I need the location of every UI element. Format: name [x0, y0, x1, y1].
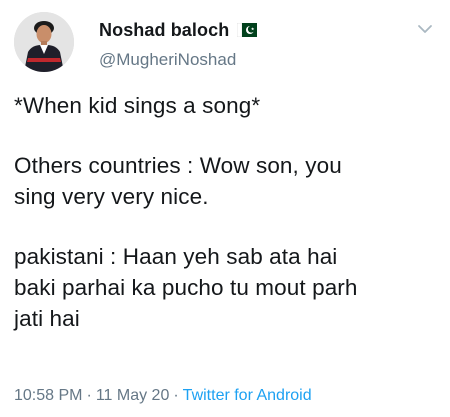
tweet-metadata: 10:58 PM · 11 May 20 · Twitter for Android: [14, 387, 312, 405]
tweet-source-link[interactable]: Twitter for Android: [183, 387, 312, 404]
tweet-header: Noshad baloch @MugheriNoshad: [14, 12, 438, 76]
author-info: Noshad baloch @MugheriNoshad: [99, 18, 258, 70]
display-name-row: Noshad baloch: [99, 18, 258, 42]
tweet-time[interactable]: 10:58 PM: [14, 387, 82, 404]
tweet-date[interactable]: 11 May 20: [96, 387, 170, 404]
tweet-paragraph: pakistani : Haan yeh sab ata hai baki pa…: [14, 244, 358, 331]
tweet-card: Noshad baloch @MugheriNoshad *When kid s…: [0, 0, 450, 417]
display-name[interactable]: Noshad baloch: [99, 20, 229, 41]
avatar[interactable]: [14, 12, 74, 72]
tweet-paragraph: *When kid sings a song*: [14, 93, 261, 118]
separator-dot: ·: [86, 387, 92, 404]
tweet-text: *When kid sings a song* Others countries…: [14, 90, 438, 334]
tweet-paragraph: Others countries : Wow son, you sing ver…: [14, 153, 342, 209]
pakistan-flag-icon: [237, 22, 258, 38]
profile-photo: [14, 12, 74, 72]
chevron-down-icon[interactable]: [416, 20, 434, 38]
user-handle[interactable]: @MugheriNoshad: [99, 50, 257, 70]
separator-dot: ·: [173, 387, 179, 404]
